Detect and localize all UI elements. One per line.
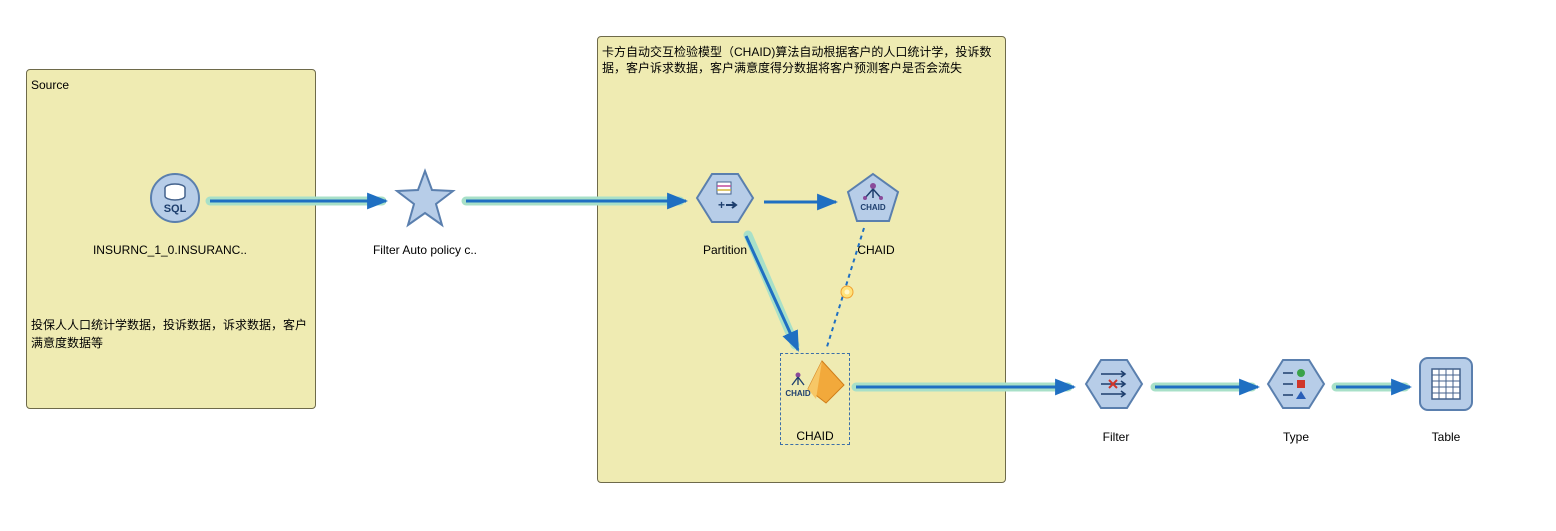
select-node[interactable] <box>392 165 458 231</box>
partition-label: Partition <box>702 243 748 257</box>
star-select-icon <box>394 168 456 228</box>
chaid-build-label: CHAID <box>857 243 895 257</box>
svg-text:CHAID: CHAID <box>785 389 811 398</box>
chaid-nugget-icon: CHAID <box>785 360 845 404</box>
partition-icon: + <box>695 173 755 223</box>
chaid-model-node[interactable]: CHAID <box>782 355 848 421</box>
stream-links <box>205 192 1413 396</box>
table-icon <box>1419 357 1473 411</box>
sql-source-node[interactable]: SQL <box>142 165 208 231</box>
link-partition-model <box>744 235 800 352</box>
type-icon <box>1266 359 1326 409</box>
svg-text:SQL: SQL <box>164 203 187 215</box>
table-node[interactable] <box>1413 351 1479 417</box>
sql-source-label: INSURNC_1_0.INSURANC.. <box>92 243 248 257</box>
type-node[interactable] <box>1263 351 1329 417</box>
svg-text:CHAID: CHAID <box>860 203 886 212</box>
type-label: Type <box>1282 430 1310 444</box>
chaid-model-label: CHAID <box>796 429 834 443</box>
spark-icon <box>840 285 854 299</box>
table-label: Table <box>1431 430 1461 444</box>
database-sql-icon: SQL <box>150 173 200 223</box>
filter-icon <box>1084 359 1144 409</box>
chaid-build-node[interactable]: CHAID <box>840 166 906 232</box>
partition-node[interactable]: + <box>692 165 758 231</box>
chaid-modeling-icon: CHAID <box>846 172 900 222</box>
filter-node[interactable] <box>1081 351 1147 417</box>
select-label: Filter Auto policy c.. <box>372 243 478 257</box>
filter-label: Filter <box>1102 430 1130 444</box>
svg-text:+: + <box>718 198 725 212</box>
